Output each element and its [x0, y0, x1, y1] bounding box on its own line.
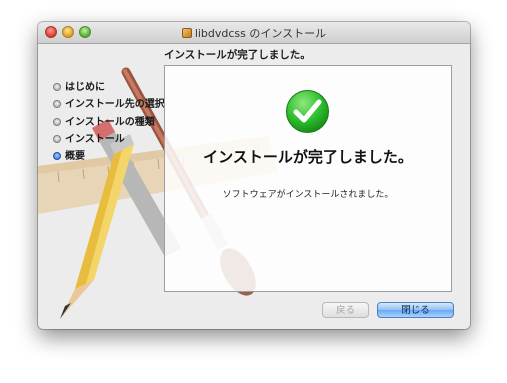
- step-destination: インストール先の選択: [53, 96, 165, 113]
- checkmark-icon: [286, 90, 329, 133]
- window-title-text: libdvdcss のインストール: [194, 27, 327, 40]
- title-bar[interactable]: libdvdcss のインストール: [38, 22, 470, 44]
- installer-window: libdvdcss のインストール インストールが完了しました。 はじめに イン…: [38, 22, 470, 329]
- step-list: はじめに インストール先の選択 インストールの種類 インストール 概要: [53, 79, 165, 165]
- step-bullet-current-icon: [53, 152, 61, 161]
- step-install-type: インストールの種類: [53, 114, 165, 131]
- completion-detail: ソフトウェアがインストールされました。: [222, 190, 394, 200]
- step-bullet-icon: [53, 83, 61, 91]
- step-installation: インストール: [53, 131, 165, 148]
- step-introduction: はじめに: [53, 79, 165, 96]
- step-summary: 概要: [53, 148, 165, 165]
- content-panel: インストールが完了しました。 ソフトウェアがインストールされました。: [164, 65, 452, 292]
- close-button[interactable]: 閉じる: [377, 302, 454, 318]
- step-bullet-icon: [53, 117, 61, 126]
- step-bullet-icon: [53, 134, 61, 143]
- completion-message: インストールが完了しました。: [203, 148, 413, 166]
- step-bullet-icon: [53, 100, 61, 109]
- back-button[interactable]: 戻る: [322, 302, 369, 318]
- package-icon: [181, 28, 192, 38]
- window-title: libdvdcss のインストール: [38, 25, 470, 41]
